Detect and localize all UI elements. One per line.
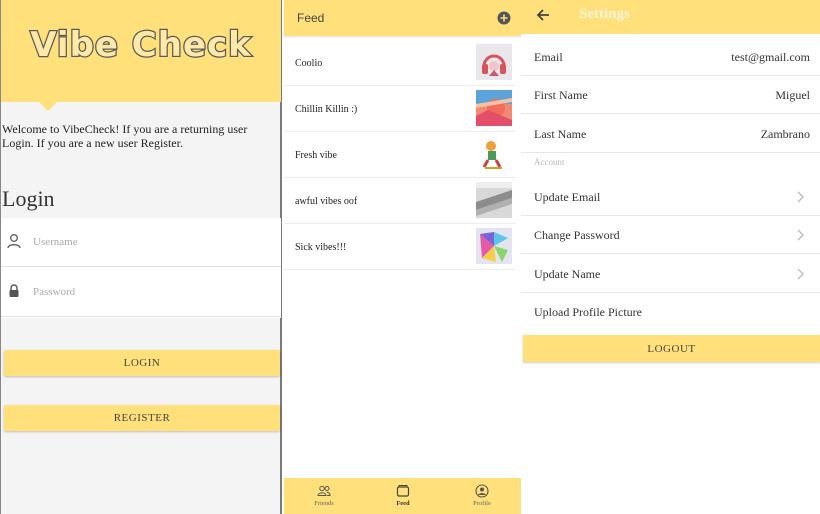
login-form bbox=[1, 218, 281, 318]
logout-button[interactable]: LOGOUT bbox=[523, 335, 820, 362]
username-field[interactable] bbox=[1, 218, 281, 267]
feed-item[interactable]: awful vibes oof bbox=[284, 178, 516, 224]
header-pointer bbox=[37, 100, 59, 111]
feed-item[interactable]: Chillin Killin :) bbox=[284, 86, 516, 132]
feed-header: Feed bbox=[284, 0, 521, 36]
settings-screen: Settings Email test@gmail.com First Name… bbox=[521, 0, 820, 514]
user-icon bbox=[7, 234, 21, 249]
email-row: Email test@gmail.com bbox=[521, 38, 820, 76]
feed-title: Feed bbox=[297, 11, 325, 25]
last-name-label: Last Name bbox=[534, 127, 587, 141]
friends-icon bbox=[317, 485, 331, 496]
feed-screen: Feed Coolio Chillin Killin :) Fresh vibe… bbox=[284, 0, 521, 514]
nav-feed-label: Feed bbox=[396, 500, 410, 507]
login-button[interactable]: LOGIN bbox=[4, 350, 280, 376]
feed-item[interactable]: Fresh vibe bbox=[284, 132, 516, 178]
vibe-check-logo: Vibe Check bbox=[29, 24, 252, 67]
welcome-text: Welcome to VibeCheck! If you are a retur… bbox=[2, 122, 248, 150]
feed-item-label: Sick vibes!!! bbox=[295, 242, 347, 253]
chevron-right-icon bbox=[797, 191, 804, 203]
gray-stripes-art-thumbnail[interactable] bbox=[476, 182, 512, 218]
settings-title: Settings bbox=[579, 6, 630, 22]
update-name-row[interactable]: Update Name bbox=[521, 255, 820, 293]
username-input[interactable] bbox=[31, 230, 275, 254]
lock-icon bbox=[9, 284, 19, 297]
update-name-label: Update Name bbox=[534, 267, 601, 281]
nav-profile[interactable]: Profile bbox=[452, 478, 512, 514]
nav-feed[interactable]: Feed bbox=[373, 478, 433, 514]
password-input[interactable] bbox=[31, 280, 275, 304]
feed-item[interactable]: Coolio bbox=[284, 40, 516, 86]
headphones-art-thumbnail[interactable] bbox=[476, 44, 512, 80]
cartoon-art-thumbnail[interactable] bbox=[476, 136, 512, 172]
login-screen: Vibe Check Welcome to VibeCheck! If you … bbox=[0, 0, 282, 514]
settings-header: Settings bbox=[521, 0, 820, 34]
last-name-row: Last Name Zambrano bbox=[521, 115, 820, 153]
first-name-value: Miguel bbox=[775, 88, 810, 102]
upload-profile-picture-label: Upload Profile Picture bbox=[534, 305, 642, 319]
feed-item-label: Coolio bbox=[295, 58, 323, 69]
email-value: test@gmail.com bbox=[731, 50, 810, 64]
register-button[interactable]: REGISTER bbox=[4, 405, 280, 431]
upload-profile-picture-row[interactable]: Upload Profile Picture bbox=[521, 293, 820, 331]
change-password-label: Change Password bbox=[534, 228, 620, 242]
arrow-left-icon[interactable] bbox=[535, 7, 551, 23]
chevron-right-icon bbox=[797, 268, 804, 280]
update-email-label: Update Email bbox=[534, 190, 601, 204]
feed-item[interactable]: Sick vibes!!! bbox=[284, 224, 516, 270]
first-name-label: First Name bbox=[534, 88, 588, 102]
feed-item-label: Fresh vibe bbox=[295, 150, 337, 161]
nav-profile-label: Profile bbox=[473, 500, 491, 507]
feed-icon bbox=[396, 485, 410, 497]
profile-icon bbox=[475, 484, 489, 498]
nav-friends[interactable]: Friends bbox=[294, 478, 354, 514]
email-label: Email bbox=[534, 50, 563, 64]
svg-text:Vibe Check: Vibe Check bbox=[30, 25, 252, 65]
bottom-navigation: Friends Feed Profile bbox=[284, 478, 521, 514]
feed-item-label: Chillin Killin :) bbox=[295, 104, 358, 115]
password-field[interactable] bbox=[1, 268, 281, 317]
add-circle-icon[interactable] bbox=[497, 11, 511, 25]
login-header: Vibe Check bbox=[1, 0, 281, 102]
sunset-art-thumbnail[interactable] bbox=[476, 90, 512, 126]
colorful-art-thumbnail[interactable] bbox=[476, 228, 512, 264]
feed-list: Coolio Chillin Killin :) Fresh vibe awfu… bbox=[284, 40, 521, 270]
account-section-label: Account bbox=[534, 157, 565, 167]
change-password-row[interactable]: Change Password bbox=[521, 216, 820, 254]
chevron-right-icon bbox=[797, 229, 804, 241]
update-email-row[interactable]: Update Email bbox=[521, 178, 820, 216]
first-name-row: First Name Miguel bbox=[521, 76, 820, 114]
feed-item-label: awful vibes oof bbox=[295, 196, 358, 207]
login-title: Login bbox=[2, 186, 55, 211]
last-name-value: Zambrano bbox=[760, 127, 810, 141]
nav-friends-label: Friends bbox=[314, 500, 334, 507]
